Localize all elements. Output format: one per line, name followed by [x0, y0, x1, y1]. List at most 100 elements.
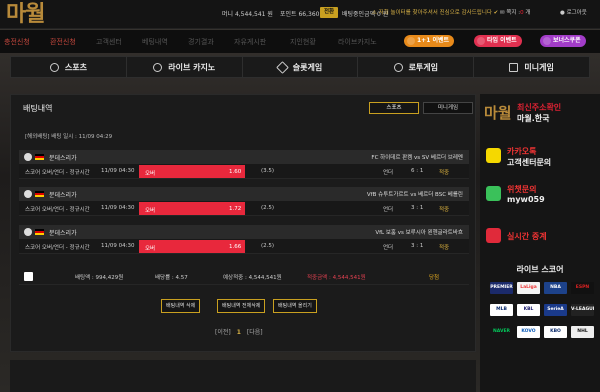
tab-sports[interactable]: 스포츠: [369, 102, 419, 114]
soccer-ball-icon: [24, 153, 32, 161]
naver-logo[interactable]: NAVER: [490, 326, 513, 338]
bet-time: 11/09 04:30: [101, 168, 135, 174]
category-label: 스포츠: [64, 62, 87, 72]
convert-button[interactable]: 전환: [320, 7, 339, 18]
pick-odds: 1.72: [229, 206, 242, 212]
game-header: 분데스리가 VfL 보훔 vs 보루시아 묀헨글라트바흐: [19, 225, 469, 239]
bet-info: [해외배팅] 배팅 일시 : 11/09 04:29: [25, 134, 113, 140]
nav-bet-history[interactable]: 베팅내역: [142, 37, 168, 47]
notice-text: ⚠ 저희 놀이터를 찾아주셔서 진심으로 감사드립니다 ✔: [372, 10, 499, 16]
bet-line: (2.5): [261, 243, 275, 249]
summary-win-amount: 적중금액 : 4,544,541원: [307, 275, 366, 281]
premier-league-logo[interactable]: PREMIER: [490, 282, 513, 294]
bet-market: 언더: [383, 245, 394, 251]
category-sports[interactable]: 스포츠: [11, 57, 127, 77]
live-broadcast-link[interactable]: 실시간 중계: [507, 231, 547, 242]
logout-link[interactable]: ● 로그아웃: [560, 8, 587, 16]
logout-label: 로그아웃: [566, 10, 587, 16]
site-logo[interactable]: 마월: [6, 1, 45, 27]
footer-strip: [10, 360, 476, 392]
right-sidebar: 마월 최신주소확인 마월.한국 카카오톡 고객센터문의 위챗문의 myw059 …: [480, 94, 600, 392]
bet-score: 6 : 1: [411, 168, 424, 174]
tab-minigame[interactable]: 미니게임: [423, 102, 473, 114]
event-pill-time[interactable]: 타임 이벤트: [474, 35, 522, 47]
casino-chip-icon: [153, 62, 163, 72]
nav-results[interactable]: 경기결과: [188, 37, 214, 47]
post-bet-button[interactable]: 배팅내역 올리기: [273, 299, 317, 313]
kakao-subtitle: 고객센터문의: [507, 158, 552, 167]
selected-pick: 오버 1.72: [139, 202, 245, 215]
kakaotalk-icon: [486, 148, 501, 163]
message-box[interactable]: ✉ 쪽지 :0 개: [500, 8, 530, 16]
nav-support[interactable]: 고객센터: [96, 37, 122, 47]
soccer-ball-icon: [49, 62, 59, 72]
pill-label: 1+1 이벤트: [417, 37, 450, 44]
nav-live-casino[interactable]: 라이브카지노: [338, 37, 377, 47]
pager-prev[interactable]: [이전]: [215, 329, 231, 336]
money-balance: 머니 4,544,541 원: [222, 11, 273, 18]
category-lotto[interactable]: 로투게임: [358, 57, 475, 77]
wechat-id: myw059: [507, 195, 545, 204]
match-name: FC 하이데르 판켐 vs SV 베르더 브레멘: [371, 155, 463, 161]
summary-odds: 배당률 : 4.57: [155, 275, 188, 281]
category-mini[interactable]: 미니게임: [474, 57, 589, 77]
screen-icon: [509, 62, 519, 72]
game-category-bar: 스포츠 라이브 카지노 슬롯게임 로투게임 미니게임: [10, 56, 590, 78]
nav-board[interactable]: 자유게시판: [234, 37, 266, 47]
bet-history-panel: 배팅내역 스포츠 미니게임 [해외배팅] 배팅 일시 : 11/09 04:29…: [10, 94, 476, 352]
nav-withdraw[interactable]: 환전신청: [50, 37, 76, 47]
bet-time: 11/09 04:30: [101, 243, 135, 249]
summary-status: 당첨: [429, 275, 440, 281]
espn-logo[interactable]: ESPN: [571, 282, 594, 294]
kbl-logo[interactable]: KBL: [517, 304, 540, 316]
league-logo-grid: PREMIER LaLiga NBA ESPN MLB KBL SerieA V…: [490, 282, 594, 338]
nba-logo[interactable]: NBA: [544, 282, 567, 294]
category-live-casino[interactable]: 라이브 카지노: [127, 57, 243, 77]
globe-icon: [393, 62, 403, 72]
selected-pick: 오버 1.60: [139, 165, 245, 178]
bet-score: 3 : 1: [411, 205, 424, 211]
nav-deposit[interactable]: 충전신청: [4, 37, 30, 47]
category-label: 라이브 카지노: [168, 62, 216, 72]
game-header: 분데스리가 VfB 슈투트가르트 vs 베르더 BSC 베를린: [19, 187, 469, 201]
bet-type: 스코어 오버/언더 - 정규시간: [25, 170, 90, 176]
bet-result: 적중: [439, 170, 450, 176]
nav-referrals[interactable]: 지인현황: [290, 37, 316, 47]
delete-all-bets-button[interactable]: 배팅내역 전체삭제: [217, 299, 266, 313]
pagination: [이전] 1 [다음]: [215, 327, 263, 336]
pill-label: 타임 이벤트: [487, 37, 517, 44]
kbo-logo[interactable]: KBO: [544, 326, 567, 338]
diamond-icon: [275, 60, 289, 74]
sidebar-logo: 마월: [484, 104, 512, 122]
event-pill-1plus1[interactable]: 1+1 이벤트: [404, 35, 455, 47]
select-checkbox[interactable]: [24, 272, 33, 281]
v-league-logo[interactable]: V-LEAGUE: [571, 304, 594, 316]
event-pill-coupon[interactable]: 보너스쿠폰: [540, 35, 586, 47]
nhl-logo[interactable]: NHL: [571, 326, 594, 338]
kakao-title[interactable]: 카카오톡: [507, 146, 536, 157]
selected-pick: 오버 1.66: [139, 240, 245, 253]
delete-bet-button[interactable]: 배팅내역 삭제: [161, 299, 201, 313]
kovo-logo[interactable]: KOVO: [517, 326, 540, 338]
gift-icon: [407, 37, 415, 45]
pager-current[interactable]: 1: [237, 329, 241, 336]
pager-next[interactable]: [다음]: [247, 329, 263, 336]
bet-row: 스코어 오버/언더 - 정규시간 11/09 04:30 오버 1.66 (2.5…: [19, 239, 469, 254]
point-balance: 포인트 66,360 P: [280, 11, 325, 18]
summary-bet-amount: 배팅액 : 994,429원: [75, 275, 124, 281]
serie-a-logo[interactable]: SerieA: [544, 304, 567, 316]
soccer-ball-icon: [24, 228, 32, 236]
live-score-title: 라이브 스코어: [516, 265, 564, 274]
laliga-logo[interactable]: LaLiga: [517, 282, 540, 294]
league-name: 분데스리가: [49, 192, 77, 199]
category-slot[interactable]: 슬롯게임: [243, 57, 359, 77]
wechat-title[interactable]: 위챗문의: [507, 184, 536, 195]
mlb-logo[interactable]: MLB: [490, 304, 513, 316]
bet-score: 3 : 1: [411, 243, 424, 249]
brand-address: 마월.한국: [517, 114, 550, 123]
pick-label: 오버: [145, 171, 156, 177]
game-header: 분데스리가 FC 하이데르 판켐 vs SV 베르더 브레멘: [19, 150, 469, 164]
pill-label: 보너스쿠폰: [553, 37, 581, 44]
pick-odds: 1.66: [229, 244, 242, 250]
soccer-ball-icon: [24, 190, 32, 198]
